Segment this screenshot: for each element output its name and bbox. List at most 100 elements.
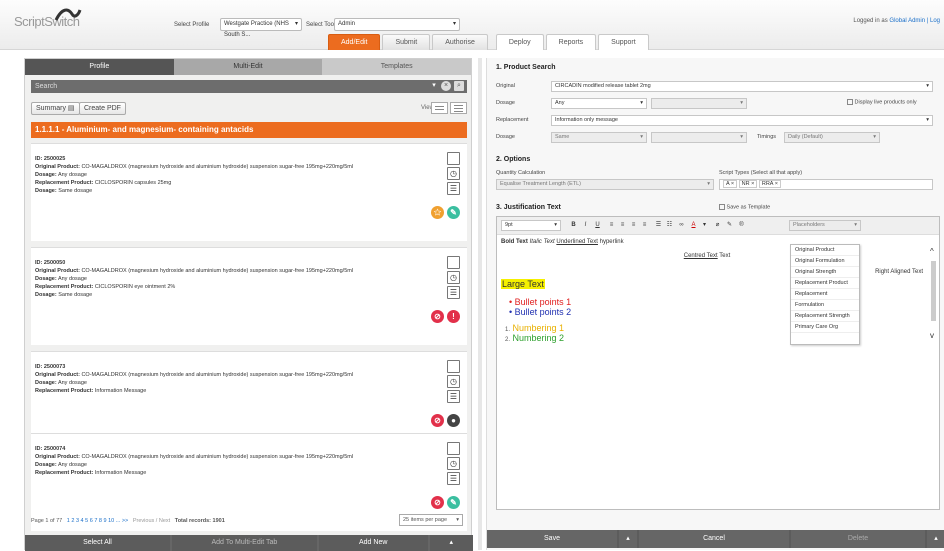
summary-button[interactable]: Summary ▤ bbox=[31, 102, 80, 115]
numbered-list-icon[interactable]: ☷ bbox=[665, 221, 674, 230]
qty-calc-select[interactable]: Equalise Treatment Length (ETL) ▾ bbox=[496, 179, 714, 190]
select-checkbox[interactable] bbox=[447, 360, 460, 373]
italic-icon[interactable]: I bbox=[581, 221, 590, 230]
select-all-button[interactable]: Select All bbox=[25, 535, 170, 551]
add-to-multi-edit-button[interactable]: Add To Multi-Edit Tab bbox=[171, 535, 317, 551]
script-type-tag[interactable]: A × bbox=[723, 180, 738, 188]
placeholder-option[interactable]: Original Formulation bbox=[791, 256, 859, 267]
dosage-unit-select[interactable]: ▾ bbox=[651, 98, 747, 109]
justification-editor[interactable]: 9pt ▾ B I U ≡ ≡ ≡ ≡ ☰ ☷ ∞ A ▾ ⌀ ✎ ® Place… bbox=[496, 216, 940, 510]
block-icon[interactable]: ⊘ bbox=[431, 496, 444, 509]
align-center-icon[interactable]: ≡ bbox=[618, 221, 627, 230]
add-new-button[interactable]: Add New bbox=[318, 535, 428, 551]
details-icon[interactable]: ☰ bbox=[447, 286, 460, 299]
pen-icon[interactable]: ✎ bbox=[725, 221, 734, 230]
eraser-icon[interactable]: ⌀ bbox=[713, 221, 722, 230]
font-size-select[interactable]: 9pt ▾ bbox=[501, 220, 561, 231]
script-types-field[interactable]: A × NR × RRA × bbox=[719, 179, 933, 190]
details-icon[interactable]: ☰ bbox=[447, 182, 460, 195]
alert-icon[interactable]: ! bbox=[447, 310, 460, 323]
details-icon[interactable]: ☰ bbox=[447, 472, 460, 485]
script-type-tag[interactable]: RRA × bbox=[758, 180, 781, 188]
placeholder-option[interactable]: Replacement Product bbox=[791, 278, 859, 289]
save-template-checkbox[interactable]: Save as Template bbox=[719, 204, 770, 210]
bold-icon[interactable]: B bbox=[569, 221, 578, 230]
create-pdf-button[interactable]: Create PDF bbox=[79, 102, 126, 115]
tab-support[interactable]: Support bbox=[598, 34, 649, 50]
login-user-link[interactable]: Global Admin | Log bbox=[889, 18, 940, 24]
tab-deploy[interactable]: Deploy bbox=[495, 34, 544, 50]
placeholder-option[interactable]: Replacement Strength bbox=[791, 311, 859, 322]
tool-select[interactable]: Admin ▾ bbox=[334, 18, 460, 31]
search-input[interactable]: Search ▾ × ⌕ bbox=[31, 80, 467, 93]
tab-submit[interactable]: Submit bbox=[382, 34, 431, 50]
chevron-down-icon[interactable]: ▾ bbox=[700, 221, 709, 230]
tab-templates[interactable]: Templates bbox=[322, 59, 472, 75]
align-right-icon[interactable]: ≡ bbox=[629, 221, 638, 230]
select-checkbox[interactable] bbox=[447, 152, 460, 165]
profile-select[interactable]: Westgate Practice (NHS South S... ▾ bbox=[220, 18, 302, 38]
history-icon[interactable]: ◷ bbox=[447, 167, 460, 180]
dosage-select[interactable]: Any ▾ bbox=[551, 98, 647, 109]
list-item[interactable]: ID: 2500050 Original Product: CO-MAGALDR… bbox=[31, 247, 467, 345]
delete-button[interactable]: Delete bbox=[791, 530, 925, 548]
chevron-up-icon[interactable]: ^ bbox=[930, 247, 934, 256]
placeholder-option[interactable]: Replacement bbox=[791, 289, 859, 300]
display-live-checkbox[interactable]: Display live products only bbox=[847, 99, 917, 105]
clear-icon[interactable]: × bbox=[441, 81, 451, 91]
bullet-list-icon[interactable]: ☰ bbox=[654, 221, 663, 230]
link-icon[interactable]: ∞ bbox=[677, 221, 686, 230]
scrollbar-thumb[interactable] bbox=[931, 261, 936, 321]
timings-select[interactable]: Daily (Default) ▾ bbox=[784, 132, 880, 143]
align-left-icon[interactable]: ≡ bbox=[607, 221, 616, 230]
view-list-button[interactable] bbox=[431, 102, 448, 114]
edit-icon[interactable]: ✎ bbox=[447, 496, 460, 509]
chevron-up-icon[interactable]: ▴ bbox=[619, 530, 637, 548]
star-icon[interactable]: ✩ bbox=[431, 206, 444, 219]
list-item[interactable]: ID: 2500025 Original Product: CO-MAGALDR… bbox=[31, 143, 467, 241]
replacement-product-field[interactable]: Information only message ▾ bbox=[551, 115, 933, 126]
tab-profile[interactable]: Profile bbox=[25, 59, 174, 75]
save-button[interactable]: Save bbox=[487, 530, 617, 548]
placeholder-option[interactable]: Original Strength bbox=[791, 267, 859, 278]
tab-authorise[interactable]: Authorise bbox=[432, 34, 488, 50]
select-checkbox[interactable] bbox=[447, 256, 460, 269]
per-page-select[interactable]: 25 items per page ▾ bbox=[399, 514, 463, 526]
replacement-dosage-select[interactable]: Same ▾ bbox=[551, 132, 647, 143]
placeholders-select[interactable]: Placeholders ▾ bbox=[789, 220, 861, 231]
history-icon[interactable]: ◷ bbox=[447, 375, 460, 388]
placeholder-icon[interactable]: ® bbox=[737, 221, 746, 230]
editor-scrollbar[interactable]: ^ v bbox=[930, 239, 937, 349]
tab-reports[interactable]: Reports bbox=[545, 34, 597, 50]
chevron-up-icon[interactable]: ▴ bbox=[927, 530, 944, 548]
font-color-icon[interactable]: A bbox=[689, 221, 698, 230]
chevron-down-icon[interactable]: ▾ bbox=[429, 81, 439, 91]
hyperlink-text[interactable]: hyperlink bbox=[600, 239, 624, 245]
block-icon[interactable]: ⊘ bbox=[431, 310, 444, 323]
history-icon[interactable]: ◷ bbox=[447, 271, 460, 284]
page-links[interactable]: 1 2 3 4 5 6 7 8 9 10 ... >> bbox=[67, 518, 128, 524]
history-icon[interactable]: ◷ bbox=[447, 457, 460, 470]
placeholder-option[interactable]: Original Product bbox=[791, 245, 859, 256]
chevron-up-icon[interactable]: ▴ bbox=[429, 535, 473, 551]
script-type-tag[interactable]: NR × bbox=[738, 180, 758, 188]
justify-icon[interactable]: ≡ bbox=[640, 221, 649, 230]
tab-add-edit[interactable]: Add/Edit bbox=[328, 34, 381, 50]
select-checkbox[interactable] bbox=[447, 442, 460, 455]
original-product-field[interactable]: CIRCADIN modified release tablet 2mg ▾ bbox=[551, 81, 933, 92]
record-icon[interactable]: ● bbox=[447, 414, 460, 427]
placeholder-option[interactable]: Formulation bbox=[791, 300, 859, 311]
block-icon[interactable]: ⊘ bbox=[431, 414, 444, 427]
edit-icon[interactable]: ✎ bbox=[447, 206, 460, 219]
view-detail-button[interactable] bbox=[450, 102, 467, 114]
category-header[interactable]: 1.1.1.1 - Aluminium- and magnesium- cont… bbox=[31, 122, 467, 138]
replacement-dosage-unit-select[interactable]: ▾ bbox=[651, 132, 747, 143]
search-icon[interactable]: ⌕ bbox=[454, 81, 464, 91]
details-icon[interactable]: ☰ bbox=[447, 390, 460, 403]
underline-icon[interactable]: U bbox=[593, 221, 602, 230]
chevron-down-icon[interactable]: v bbox=[930, 331, 934, 340]
panel-splitter[interactable] bbox=[478, 58, 482, 550]
placeholder-option[interactable]: Primary Care Org bbox=[791, 322, 859, 333]
prev-next-links[interactable]: Previous / Next bbox=[133, 518, 170, 524]
tab-multi-edit[interactable]: Multi-Edit bbox=[173, 59, 323, 75]
